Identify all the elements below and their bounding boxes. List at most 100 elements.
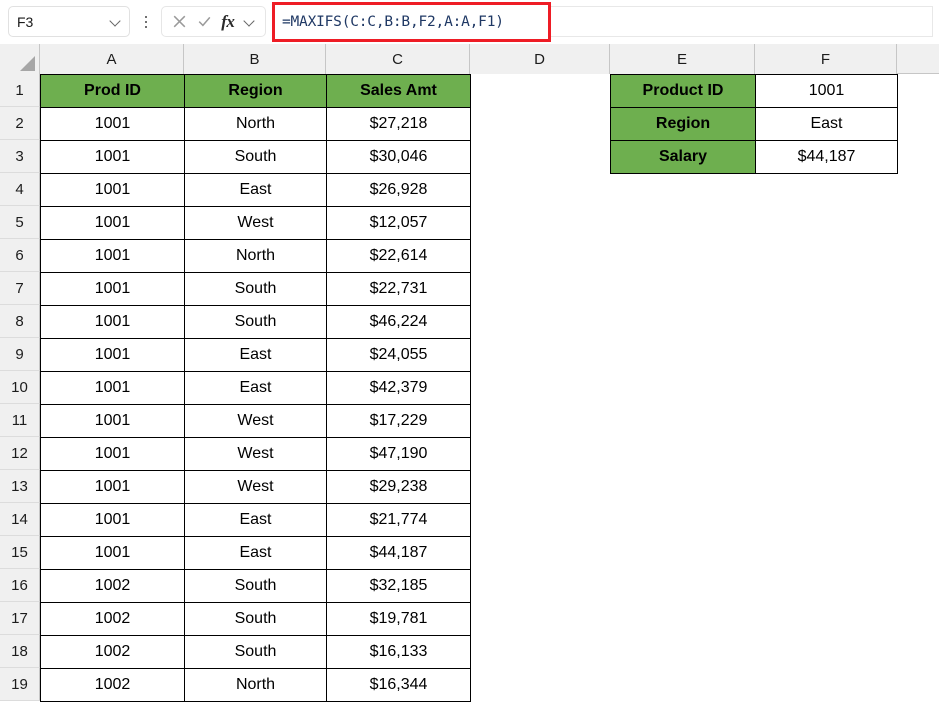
sales-table-cell[interactable]: $21,774 [326,503,471,537]
row-header-10[interactable]: 10 [0,371,40,404]
sales-table-cell[interactable]: South [184,602,327,636]
sales-table-cell[interactable]: 1001 [40,338,185,372]
column-header-c[interactable]: C [326,44,470,74]
sales-table-cell[interactable]: 1002 [40,668,185,702]
sales-table-cell[interactable]: 1001 [40,305,185,339]
sales-table-cell[interactable]: East [184,338,327,372]
row-header-19[interactable]: 19 [0,668,40,701]
lookup-value-cell[interactable]: East [755,107,898,141]
sales-table-cell[interactable]: 1001 [40,173,185,207]
sales-table-cell[interactable]: 1001 [40,239,185,273]
sales-table-cell[interactable]: 1002 [40,602,185,636]
sales-table-cell[interactable]: East [184,371,327,405]
lookup-value-cell[interactable]: 1001 [755,74,898,108]
sales-table-cell[interactable]: 1002 [40,635,185,669]
sales-table-cell[interactable]: North [184,668,327,702]
sales-table-header-cell[interactable]: Prod ID [40,74,185,108]
row-header-16[interactable]: 16 [0,569,40,602]
row-header-2[interactable]: 2 [0,107,40,140]
sales-table-cell[interactable]: South [184,569,327,603]
sales-table-cell[interactable]: 1001 [40,536,185,570]
sales-table-cell[interactable]: 1001 [40,404,185,438]
sales-table-cell[interactable]: $46,224 [326,305,471,339]
lookup-label-cell[interactable]: Salary [610,140,756,174]
row-header-9[interactable]: 9 [0,338,40,371]
chevron-down-icon[interactable] [110,16,121,27]
sales-table-cell[interactable]: 1001 [40,206,185,240]
sales-table-cell[interactable]: 1001 [40,107,185,141]
sales-table-cell[interactable]: $44,187 [326,536,471,570]
sales-table-cell[interactable]: 1001 [40,470,185,504]
sales-table-cell[interactable]: 1001 [40,140,185,174]
sales-table-cell[interactable]: South [184,305,327,339]
sales-table-cell[interactable]: $30,046 [326,140,471,174]
spreadsheet-grid[interactable]: A B C D E F 1 2 3 4 5 6 7 8 9 10 11 12 13 14 15 16 17 18 19 Prod … [0,44,939,702]
column-header-a[interactable]: A [40,44,184,74]
row-header-13[interactable]: 13 [0,470,40,503]
row-header-15[interactable]: 15 [0,536,40,569]
row-header-12[interactable]: 12 [0,437,40,470]
sales-table-cell[interactable]: $24,055 [326,338,471,372]
sales-table-cell[interactable]: $16,133 [326,635,471,669]
column-header-f[interactable]: F [755,44,897,74]
sales-table-cell[interactable]: West [184,437,327,471]
formula-input-highlight[interactable]: =MAXIFS(C:C,B:B,F2,A:A,F1) [272,2,551,42]
select-all-corner[interactable] [0,44,40,74]
row-header-8[interactable]: 8 [0,305,40,338]
row-header-14[interactable]: 14 [0,503,40,536]
row-header-18[interactable]: 18 [0,635,40,668]
sales-table-header-cell[interactable]: Region [184,74,327,108]
lookup-label-cell[interactable]: Product ID [610,74,756,108]
row-header-17[interactable]: 17 [0,602,40,635]
sales-table-cell[interactable]: 1002 [40,569,185,603]
sales-table-cell[interactable]: 1001 [40,371,185,405]
sales-table-cell[interactable]: East [184,503,327,537]
row-header-1[interactable]: 1 [0,74,40,107]
lookup-value-cell[interactable]: $44,187 [755,140,898,174]
sales-table-cell[interactable]: East [184,536,327,570]
sales-table-cell[interactable]: $19,781 [326,602,471,636]
name-box[interactable]: F3 [8,6,130,37]
sales-table-cell[interactable]: 1001 [40,272,185,306]
sales-table-cell[interactable]: North [184,107,327,141]
row-header-6[interactable]: 6 [0,239,40,272]
sales-table-header-cell[interactable]: Sales Amt [326,74,471,108]
sales-table-cell[interactable]: $47,190 [326,437,471,471]
sales-table-cell[interactable]: $27,218 [326,107,471,141]
sales-table-cell[interactable]: $16,344 [326,668,471,702]
chevron-down-icon[interactable] [244,16,255,27]
sales-table-cell[interactable]: $22,614 [326,239,471,273]
sales-table-cell[interactable]: North [184,239,327,273]
sales-table-cell[interactable]: South [184,635,327,669]
sales-table-cell[interactable]: West [184,206,327,240]
lookup-label-cell[interactable]: Region [610,107,756,141]
sales-table-cell[interactable]: West [184,404,327,438]
fx-insert-function-icon[interactable]: fx [221,12,235,32]
sales-table-cell[interactable]: $22,731 [326,272,471,306]
column-header-b[interactable]: B [184,44,326,74]
sales-table-cell[interactable]: South [184,272,327,306]
sales-table-cell[interactable]: $26,928 [326,173,471,207]
vertical-ellipsis-icon[interactable] [140,12,152,32]
sales-table-cell[interactable]: 1001 [40,437,185,471]
x-cancel-icon[interactable] [172,14,187,29]
check-enter-icon[interactable] [197,14,212,29]
row-header-4[interactable]: 4 [0,173,40,206]
sales-table-cell[interactable]: $12,057 [326,206,471,240]
sales-table-cell[interactable]: East [184,173,327,207]
sales-table-cell[interactable]: $29,238 [326,470,471,504]
row-header-5[interactable]: 5 [0,206,40,239]
row-header-7[interactable]: 7 [0,272,40,305]
row-header-3[interactable]: 3 [0,140,40,173]
sales-table-cell[interactable]: South [184,140,327,174]
column-header-e[interactable]: E [610,44,755,74]
column-header-d[interactable]: D [470,44,610,74]
formula-input-remainder[interactable] [551,6,933,37]
sales-table-cell[interactable]: $32,185 [326,569,471,603]
sales-table-cell[interactable]: $42,379 [326,371,471,405]
formula-bar: F3 fx =MAXIFS(C:C,B:B,F2,A:A,F1) [0,0,939,44]
sales-table-cell[interactable]: West [184,470,327,504]
sales-table-cell[interactable]: 1001 [40,503,185,537]
row-header-11[interactable]: 11 [0,404,40,437]
sales-table-cell[interactable]: $17,229 [326,404,471,438]
